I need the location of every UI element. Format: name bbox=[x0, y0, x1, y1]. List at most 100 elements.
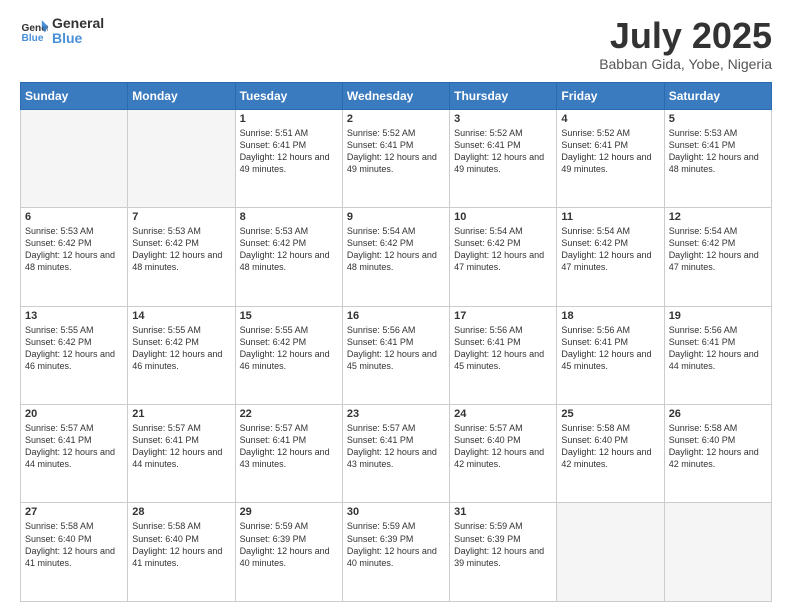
day-cell: 7Sunrise: 5:53 AM Sunset: 6:42 PM Daylig… bbox=[128, 208, 235, 306]
day-number: 26 bbox=[669, 408, 767, 420]
page: General Blue General Blue July 2025 Babb… bbox=[0, 0, 792, 612]
title-block: July 2025 Babban Gida, Yobe, Nigeria bbox=[599, 16, 772, 72]
location: Babban Gida, Yobe, Nigeria bbox=[599, 56, 772, 72]
day-info: Sunrise: 5:57 AM Sunset: 6:40 PM Dayligh… bbox=[454, 422, 552, 471]
day-info: Sunrise: 5:56 AM Sunset: 6:41 PM Dayligh… bbox=[454, 324, 552, 373]
logo-general: General bbox=[52, 16, 104, 31]
day-info: Sunrise: 5:58 AM Sunset: 6:40 PM Dayligh… bbox=[25, 520, 123, 569]
day-cell: 5Sunrise: 5:53 AM Sunset: 6:41 PM Daylig… bbox=[664, 109, 771, 207]
weekday-sunday: Sunday bbox=[21, 82, 128, 109]
day-number: 13 bbox=[25, 310, 123, 322]
day-number: 20 bbox=[25, 408, 123, 420]
day-number: 21 bbox=[132, 408, 230, 420]
day-cell: 24 Sunrise: 5:57 AM Sunset: 6:40 PM Dayli… bbox=[450, 405, 557, 503]
day-number: 31 bbox=[454, 506, 552, 518]
logo-icon: General Blue bbox=[20, 17, 48, 45]
day-cell: 1 Sunrise: 5:51 AM Sunset: 6:41 PM Daylig… bbox=[235, 109, 342, 207]
day-cell: 11 Sunrise: 5:54 AM Sunset: 6:42 PM Dayli… bbox=[557, 208, 664, 306]
day-number: 19 bbox=[669, 310, 767, 322]
day-info: Sunrise: 5:54 AM Sunset: 6:42 PM Dayligh… bbox=[669, 225, 767, 274]
day-cell: 13Sunrise: 5:55 AM Sunset: 6:42 PM Dayli… bbox=[21, 306, 128, 404]
week-row-1: 1 Sunrise: 5:51 AM Sunset: 6:41 PM Daylig… bbox=[21, 109, 772, 207]
day-number: 10 bbox=[454, 211, 552, 223]
day-info: Sunrise: 5:58 AM Sunset: 6:40 PM Dayligh… bbox=[132, 520, 230, 569]
day-info: Sunrise: 5:59 AM Sunset: 6:39 PM Dayligh… bbox=[454, 520, 552, 569]
day-cell bbox=[557, 503, 664, 602]
weekday-tuesday: Tuesday bbox=[235, 82, 342, 109]
day-cell: 3Sunrise: 5:52 AM Sunset: 6:41 PM Daylig… bbox=[450, 109, 557, 207]
day-info: Sunrise: 5:54 AM Sunset: 6:42 PM Dayligh… bbox=[561, 225, 659, 274]
day-cell: 29Sunrise: 5:59 AM Sunset: 6:39 PM Dayli… bbox=[235, 503, 342, 602]
day-cell: 17Sunrise: 5:56 AM Sunset: 6:41 PM Dayli… bbox=[450, 306, 557, 404]
logo: General Blue General Blue bbox=[20, 16, 104, 47]
day-number: 14 bbox=[132, 310, 230, 322]
day-cell: 6 Sunrise: 5:53 AM Sunset: 6:42 PM Daylig… bbox=[21, 208, 128, 306]
day-number: 9 bbox=[347, 211, 445, 223]
day-info: Sunrise: 5:57 AM Sunset: 6:41 PM Dayligh… bbox=[132, 422, 230, 471]
weekday-friday: Friday bbox=[557, 82, 664, 109]
day-number: 11 bbox=[561, 211, 659, 223]
day-info: Sunrise: 5:54 AM Sunset: 6:42 PM Dayligh… bbox=[454, 225, 552, 274]
day-cell: 28Sunrise: 5:58 AM Sunset: 6:40 PM Dayli… bbox=[128, 503, 235, 602]
day-cell: 20Sunrise: 5:57 AM Sunset: 6:41 PM Dayli… bbox=[21, 405, 128, 503]
day-cell: 27 Sunrise: 5:58 AM Sunset: 6:40 PM Dayli… bbox=[21, 503, 128, 602]
day-cell: 4 Sunrise: 5:52 AM Sunset: 6:41 PM Daylig… bbox=[557, 109, 664, 207]
day-cell: 15 Sunrise: 5:55 AM Sunset: 6:42 PM Dayli… bbox=[235, 306, 342, 404]
day-info: Sunrise: 5:53 AM Sunset: 6:42 PM Dayligh… bbox=[240, 225, 338, 274]
day-number: 1 bbox=[240, 113, 338, 125]
weekday-header-row: SundayMondayTuesdayWednesdayThursdayFrid… bbox=[21, 82, 772, 109]
day-info: Sunrise: 5:57 AM Sunset: 6:41 PM Dayligh… bbox=[347, 422, 445, 471]
day-number: 3 bbox=[454, 113, 552, 125]
day-info: Sunrise: 5:59 AM Sunset: 6:39 PM Dayligh… bbox=[347, 520, 445, 569]
day-info: Sunrise: 5:52 AM Sunset: 6:41 PM Dayligh… bbox=[347, 127, 445, 176]
day-cell: 25 Sunrise: 5:58 AM Sunset: 6:40 PM Dayli… bbox=[557, 405, 664, 503]
day-cell: 16Sunrise: 5:56 AM Sunset: 6:41 PM Dayli… bbox=[342, 306, 449, 404]
day-info: Sunrise: 5:57 AM Sunset: 6:41 PM Dayligh… bbox=[240, 422, 338, 471]
weekday-wednesday: Wednesday bbox=[342, 82, 449, 109]
day-cell: 2Sunrise: 5:52 AM Sunset: 6:41 PM Daylig… bbox=[342, 109, 449, 207]
day-info: Sunrise: 5:58 AM Sunset: 6:40 PM Dayligh… bbox=[561, 422, 659, 471]
day-info: Sunrise: 5:55 AM Sunset: 6:42 PM Dayligh… bbox=[240, 324, 338, 373]
day-number: 25 bbox=[561, 408, 659, 420]
day-number: 5 bbox=[669, 113, 767, 125]
day-cell: 19 Sunrise: 5:56 AM Sunset: 6:41 PM Dayli… bbox=[664, 306, 771, 404]
day-info: Sunrise: 5:58 AM Sunset: 6:40 PM Dayligh… bbox=[669, 422, 767, 471]
header: General Blue General Blue July 2025 Babb… bbox=[20, 16, 772, 72]
day-cell bbox=[21, 109, 128, 207]
day-number: 15 bbox=[240, 310, 338, 322]
day-cell bbox=[128, 109, 235, 207]
day-info: Sunrise: 5:52 AM Sunset: 6:41 PM Dayligh… bbox=[561, 127, 659, 176]
week-row-5: 27 Sunrise: 5:58 AM Sunset: 6:40 PM Dayli… bbox=[21, 503, 772, 602]
day-info: Sunrise: 5:56 AM Sunset: 6:41 PM Dayligh… bbox=[561, 324, 659, 373]
day-number: 23 bbox=[347, 408, 445, 420]
day-cell: 31 Sunrise: 5:59 AM Sunset: 6:39 PM Dayli… bbox=[450, 503, 557, 602]
day-number: 24 bbox=[454, 408, 552, 420]
day-number: 12 bbox=[669, 211, 767, 223]
day-cell: 10 Sunrise: 5:54 AM Sunset: 6:42 PM Dayli… bbox=[450, 208, 557, 306]
week-row-3: 13 Sunrise: 5:55 AM Sunset: 6:42 PM Dayli… bbox=[21, 306, 772, 404]
day-info: Sunrise: 5:53 AM Sunset: 6:42 PM Dayligh… bbox=[25, 225, 123, 274]
week-row-2: 6 Sunrise: 5:53 AM Sunset: 6:42 PM Daylig… bbox=[21, 208, 772, 306]
day-cell: 23 Sunrise: 5:57 AM Sunset: 6:41 PM Dayli… bbox=[342, 405, 449, 503]
week-row-4: 20 Sunrise: 5:57 AM Sunset: 6:41 PM Dayli… bbox=[21, 405, 772, 503]
day-cell: 22Sunrise: 5:57 AM Sunset: 6:41 PM Dayli… bbox=[235, 405, 342, 503]
day-cell: 18Sunrise: 5:56 AM Sunset: 6:41 PM Dayli… bbox=[557, 306, 664, 404]
day-cell bbox=[664, 503, 771, 602]
day-info: Sunrise: 5:55 AM Sunset: 6:42 PM Dayligh… bbox=[132, 324, 230, 373]
day-number: 8 bbox=[240, 211, 338, 223]
day-number: 27 bbox=[25, 506, 123, 518]
day-cell: 8 Sunrise: 5:53 AM Sunset: 6:42 PM Daylig… bbox=[235, 208, 342, 306]
day-number: 16 bbox=[347, 310, 445, 322]
weekday-thursday: Thursday bbox=[450, 82, 557, 109]
day-number: 4 bbox=[561, 113, 659, 125]
day-info: Sunrise: 5:54 AM Sunset: 6:42 PM Dayligh… bbox=[347, 225, 445, 274]
day-cell: 26 Sunrise: 5:58 AM Sunset: 6:40 PM Dayli… bbox=[664, 405, 771, 503]
day-cell: 21 Sunrise: 5:57 AM Sunset: 6:41 PM Dayli… bbox=[128, 405, 235, 503]
day-number: 30 bbox=[347, 506, 445, 518]
day-number: 6 bbox=[25, 211, 123, 223]
day-cell: 9 Sunrise: 5:54 AM Sunset: 6:42 PM Daylig… bbox=[342, 208, 449, 306]
day-info: Sunrise: 5:56 AM Sunset: 6:41 PM Dayligh… bbox=[669, 324, 767, 373]
calendar-body: 1 Sunrise: 5:51 AM Sunset: 6:41 PM Daylig… bbox=[21, 109, 772, 601]
day-info: Sunrise: 5:51 AM Sunset: 6:41 PM Dayligh… bbox=[240, 127, 338, 176]
weekday-monday: Monday bbox=[128, 82, 235, 109]
